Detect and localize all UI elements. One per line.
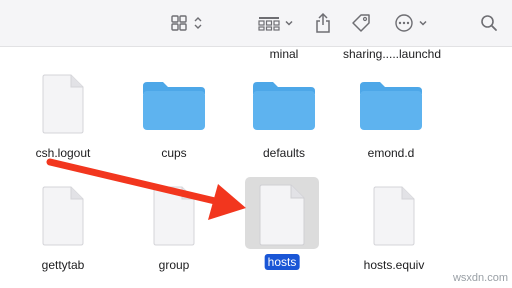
annotation-arrow [46,158,246,220]
watermark: wsxdn.com [452,272,508,284]
